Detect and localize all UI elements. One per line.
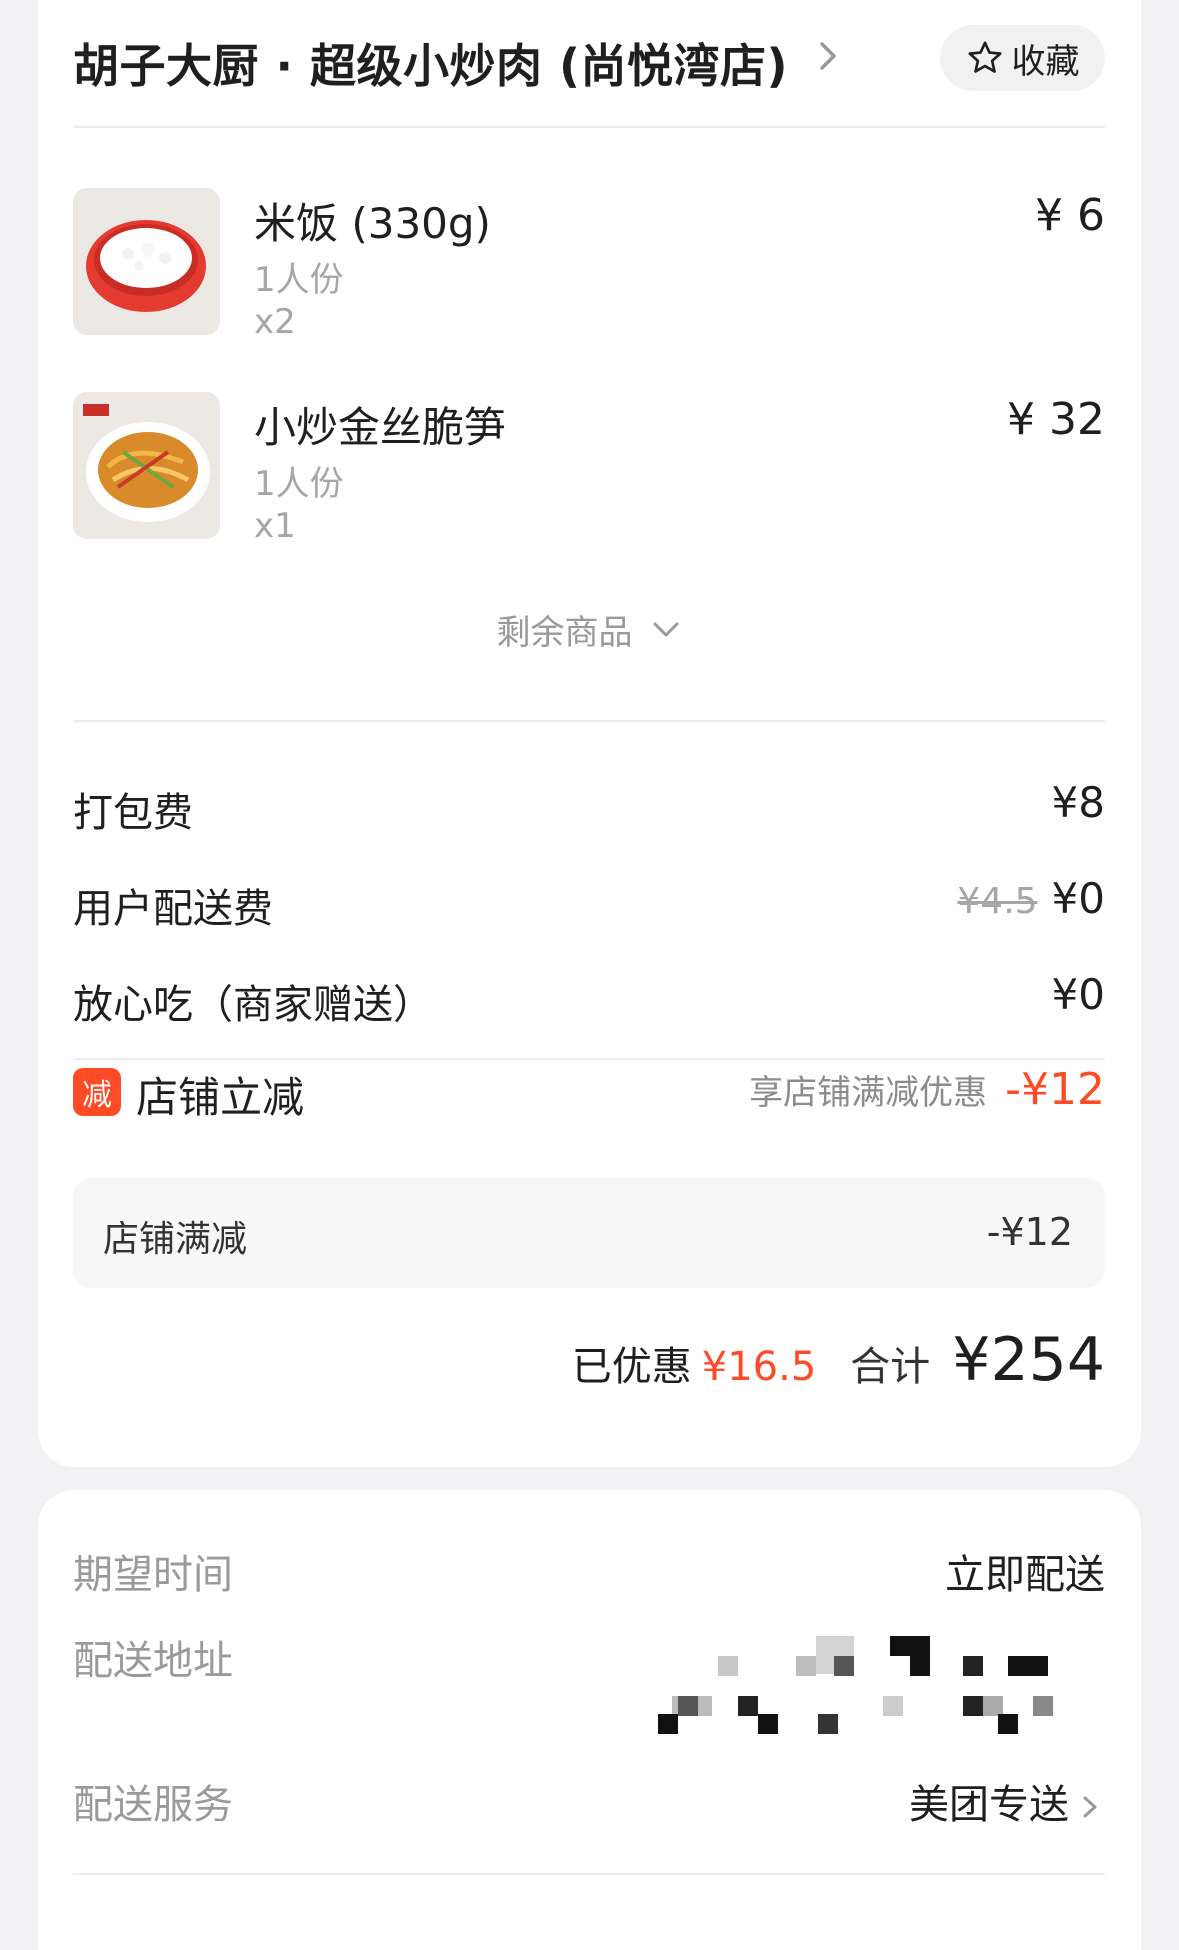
promo-detail-label: 店铺满减 <box>103 1219 248 1260</box>
item-name: 小炒金丝脆笋 <box>254 403 507 452</box>
item-name: 米饭 (330g) <box>254 199 491 248</box>
total-label: 合计 <box>850 1344 931 1390</box>
favorite-label: 收藏 <box>1011 41 1080 82</box>
remaining-items-toggle[interactable]: 剩余商品 <box>38 605 1141 654</box>
item-quantity: x2 <box>254 302 296 342</box>
bamboo-shoots-thumbnail[interactable] <box>73 392 220 539</box>
saved-amount: ¥16.5 <box>701 1344 817 1390</box>
delivery-fee-value: ¥4.5 ¥0 <box>957 874 1105 923</box>
divider <box>73 126 1105 128</box>
address-redacted[interactable] <box>658 1636 1141 1746</box>
promo-hint: 享店铺满减优惠 <box>749 1073 988 1113</box>
delivery-fee-label: 用户配送费 <box>73 886 273 932</box>
item-spec: 1人份 <box>254 260 344 300</box>
order-total-row: 已优惠 ¥16.5 合计 ¥254 <box>572 1325 1105 1395</box>
favorite-button[interactable]: 收藏 <box>940 25 1105 91</box>
delivery-service-name: 美团专送 <box>909 1782 1069 1828</box>
promo-title: 店铺立减 <box>136 1073 305 1122</box>
star-icon <box>967 41 1002 73</box>
delivery-service-value[interactable]: 美团专送 <box>909 1772 1105 1830</box>
packing-fee-value: ¥8 <box>1051 778 1105 827</box>
item-spec: 1人份 <box>254 464 344 504</box>
item-price: ¥ 32 <box>1007 394 1105 445</box>
item-quantity: x1 <box>254 506 296 546</box>
expected-time-label: 期望时间 <box>73 1552 233 1598</box>
delivery-service-label: 配送服务 <box>73 1782 233 1828</box>
order-summary-card: 胡子大厨 · 超级小炒肉 (尚悦湾店) 收藏 米饭 (330g) 1人份 x2 … <box>38 0 1141 1467</box>
expected-time-value[interactable]: 立即配送 <box>945 1542 1105 1600</box>
divider <box>73 1873 1105 1875</box>
promo-detail-value: -¥12 <box>986 1210 1073 1254</box>
item-price: ¥ 6 <box>1035 190 1105 241</box>
saved-label: 已优惠 <box>571 1344 692 1390</box>
promo-detail-box: 店铺满减 -¥12 <box>73 1178 1105 1288</box>
chevron-right-icon <box>1083 1796 1097 1818</box>
chevron-right-icon[interactable] <box>808 36 848 76</box>
assurance-fee-label: 放心吃（商家赠送） <box>73 982 433 1028</box>
delivery-fee-original: ¥4.5 <box>957 881 1038 922</box>
packing-fee-label: 打包费 <box>73 790 193 836</box>
chevron-down-icon <box>653 622 678 636</box>
promo-summary: 享店铺满减优惠 -¥12 <box>749 1064 1105 1115</box>
store-name[interactable]: 胡子大厨 · 超级小炒肉 (尚悦湾店) <box>73 30 788 96</box>
promo-amount: -¥12 <box>1005 1064 1105 1115</box>
discount-badge: 减 <box>73 1068 121 1116</box>
assurance-fee-value: ¥0 <box>1051 970 1105 1019</box>
remaining-items-label: 剩余商品 <box>496 613 633 653</box>
delivery-info-card: 期望时间 立即配送 配送地址 配送服务 美团专送 <box>38 1490 1141 1950</box>
address-label: 配送地址 <box>73 1638 233 1684</box>
divider <box>73 1058 1105 1060</box>
divider <box>73 720 1105 722</box>
rice-bowl-thumbnail[interactable] <box>73 188 220 335</box>
delivery-fee-final: ¥0 <box>1051 874 1105 923</box>
total-amount: ¥254 <box>952 1325 1105 1395</box>
